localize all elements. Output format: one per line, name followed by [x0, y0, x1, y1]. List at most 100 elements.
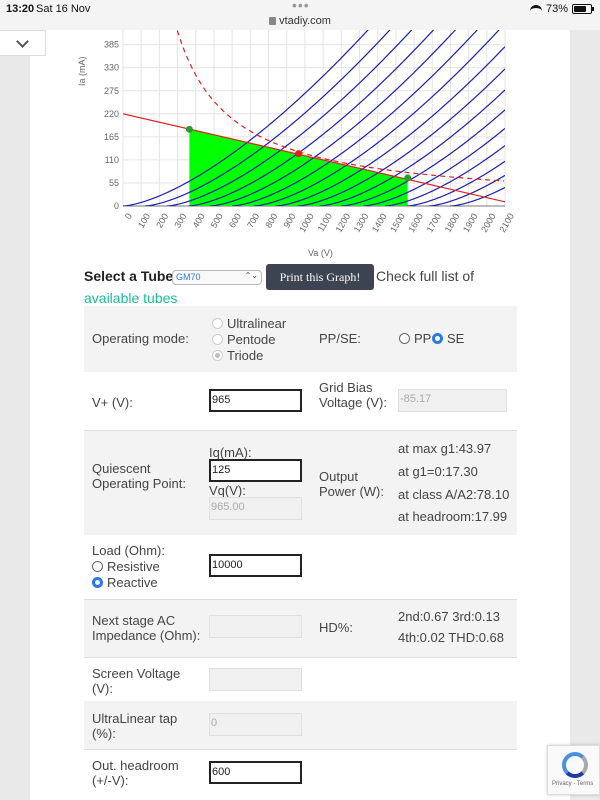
pp-option[interactable]: PP	[399, 331, 431, 346]
x-tick-label: 2100	[497, 212, 516, 234]
row-load: Load (Ohm): Resistive Reactive 10000	[84, 535, 517, 599]
plate-curve	[428, 174, 505, 206]
mode-pentode[interactable]: Pentode	[212, 332, 275, 347]
screen-voltage-label: Screen Voltage (V):	[92, 666, 181, 696]
row-next-stage: Next stage AC Impedance (Ohm): HD%: 2nd:…	[84, 600, 517, 657]
recaptcha-badge[interactable]: Privacy - Terms	[547, 745, 600, 795]
vq-field: 965.00	[209, 497, 302, 520]
load-resistive[interactable]: Resistive	[92, 559, 160, 574]
x-tick-label: 2000	[479, 212, 498, 234]
row-quiescent: Quiescent Operating Point: Iq(mA): 125 V…	[84, 431, 517, 535]
se-option[interactable]: SE	[432, 331, 464, 346]
status-right: 73%	[529, 3, 594, 15]
x-tick-label: 0	[123, 212, 134, 221]
vq-label: Vq(V):	[209, 483, 246, 498]
x-tick-label: 600	[227, 212, 243, 230]
wifi-icon	[529, 4, 542, 14]
hd-label: HD%:	[319, 620, 353, 635]
next-stage-field	[209, 615, 302, 638]
grid-bias-label: Grid Bias Voltage (V):	[319, 380, 387, 410]
chevron-down-icon	[16, 34, 29, 48]
power-headroom: at headroom:17.99	[398, 509, 508, 524]
collapse-button[interactable]	[0, 30, 46, 56]
tube-dropdown[interactable]: GM70 ⌃⌄	[172, 270, 262, 285]
x-tick-label: 1300	[352, 212, 371, 234]
x-tick-label: 1200	[334, 212, 353, 234]
vplus-input[interactable]: 965	[209, 389, 302, 412]
operating-point-marker	[295, 150, 303, 158]
radio-selected-icon	[432, 333, 443, 344]
row-screen-voltage: Screen Voltage (V):	[84, 658, 517, 700]
y-tick-label: 220	[104, 109, 119, 119]
load-input[interactable]: 10000	[209, 554, 302, 577]
x-tick-label: 1800	[443, 212, 462, 234]
operating-point-marker	[404, 174, 412, 182]
address-bar[interactable]: vtadiy.com	[0, 15, 600, 27]
x-tick-label: 1400	[370, 212, 389, 234]
print-graph-button[interactable]: Print this Graph!	[266, 264, 374, 290]
check-list-text: Check full list of	[376, 268, 475, 284]
x-tick-label: 1000	[297, 212, 316, 234]
operating-mode-label: Operating mode:	[92, 331, 189, 346]
power-g1-zero: at g1=0:17.30	[398, 464, 478, 479]
tube-dropdown-value: GM70	[176, 272, 201, 282]
status-bar: 13:20 Sat 16 Nov ••• vtadiy.com 73%	[0, 0, 600, 30]
load-reactive[interactable]: Reactive	[92, 575, 158, 590]
row-headroom: Out. headroom (+/-V): 600	[84, 750, 517, 800]
mode-pentode-label: Pentode	[227, 332, 276, 347]
tab-dots-icon[interactable]: •••	[292, 0, 310, 13]
battery-percent: 73%	[545, 3, 568, 15]
x-tick-label: 800	[263, 212, 279, 230]
row-operating-mode: Operating mode: Ultralinear Pentode Trio…	[84, 306, 517, 372]
available-tubes-link[interactable]: available tubes	[84, 290, 177, 306]
mode-ultralinear-label: Ultralinear	[227, 316, 287, 331]
operating-point-marker	[185, 125, 193, 133]
output-power-label: Output Power (W):	[319, 469, 384, 499]
iq-input[interactable]: 125	[209, 459, 302, 482]
ul-tap-field: 0	[209, 713, 302, 736]
x-tick-label: 1500	[388, 212, 407, 234]
mode-ultralinear[interactable]: Ultralinear	[212, 316, 286, 331]
hd-line-2: 4th:0.02 THD:0.68	[398, 630, 504, 645]
battery-icon	[572, 4, 594, 14]
x-tick-label: 400	[191, 212, 207, 230]
recaptcha-icon	[562, 752, 588, 778]
row-ul-tap: UltraLinear tap (%): 0	[84, 701, 517, 749]
iq-label: Iq(mA):	[209, 445, 252, 460]
x-tick-label: 500	[209, 212, 225, 230]
radio-selected-icon	[92, 577, 103, 588]
vplus-label: V+ (V):	[92, 395, 133, 410]
x-tick-label: 700	[245, 212, 261, 230]
load-label: Load (Ohm):	[92, 543, 165, 558]
mode-triode[interactable]: Triode	[212, 348, 263, 363]
x-tick-label: 1900	[461, 212, 480, 234]
pp-se-label: PP/SE:	[319, 331, 361, 346]
row-vplus: V+ (V): 965 Grid Bias Voltage (V): -85.1…	[84, 372, 517, 430]
y-tick-label: 165	[104, 132, 119, 142]
radio-icon	[399, 333, 410, 344]
y-tick-label: 110	[105, 155, 119, 165]
hd-line-1: 2nd:0.67 3rd:0.13	[398, 609, 500, 624]
y-tick-label: 330	[104, 63, 119, 73]
radio-icon	[212, 318, 223, 329]
x-tick-label: 300	[172, 212, 188, 230]
power-class-a: at class A/A2:78.10	[398, 487, 510, 502]
lock-icon	[269, 17, 277, 25]
tube-plate-chart: 0 100 200 300 400 500 600 700 800 900 1000 1100 1200…	[77, 30, 516, 234]
updown-icon: ⌃⌄	[244, 271, 258, 280]
x-tick-label: 900	[282, 212, 298, 230]
mode-triode-label: Triode	[227, 348, 264, 363]
screen-voltage-field	[209, 668, 302, 691]
y-tick-label: 385	[104, 40, 119, 50]
x-tick-label: 100	[136, 212, 152, 230]
x-tick-label: 1100	[316, 212, 334, 234]
pp-label: PP	[414, 331, 432, 346]
headroom-input[interactable]: 600	[209, 761, 302, 784]
quiescent-label: Quiescent Operating Point:	[92, 461, 186, 491]
grid-bias-field: -85.17	[398, 389, 507, 412]
recaptcha-text: Privacy - Terms	[552, 781, 594, 787]
se-label: SE	[447, 331, 465, 346]
radio-selected-icon	[212, 350, 223, 361]
status-date: Sat 16 Nov	[36, 3, 91, 15]
reactive-label: Reactive	[107, 575, 158, 590]
